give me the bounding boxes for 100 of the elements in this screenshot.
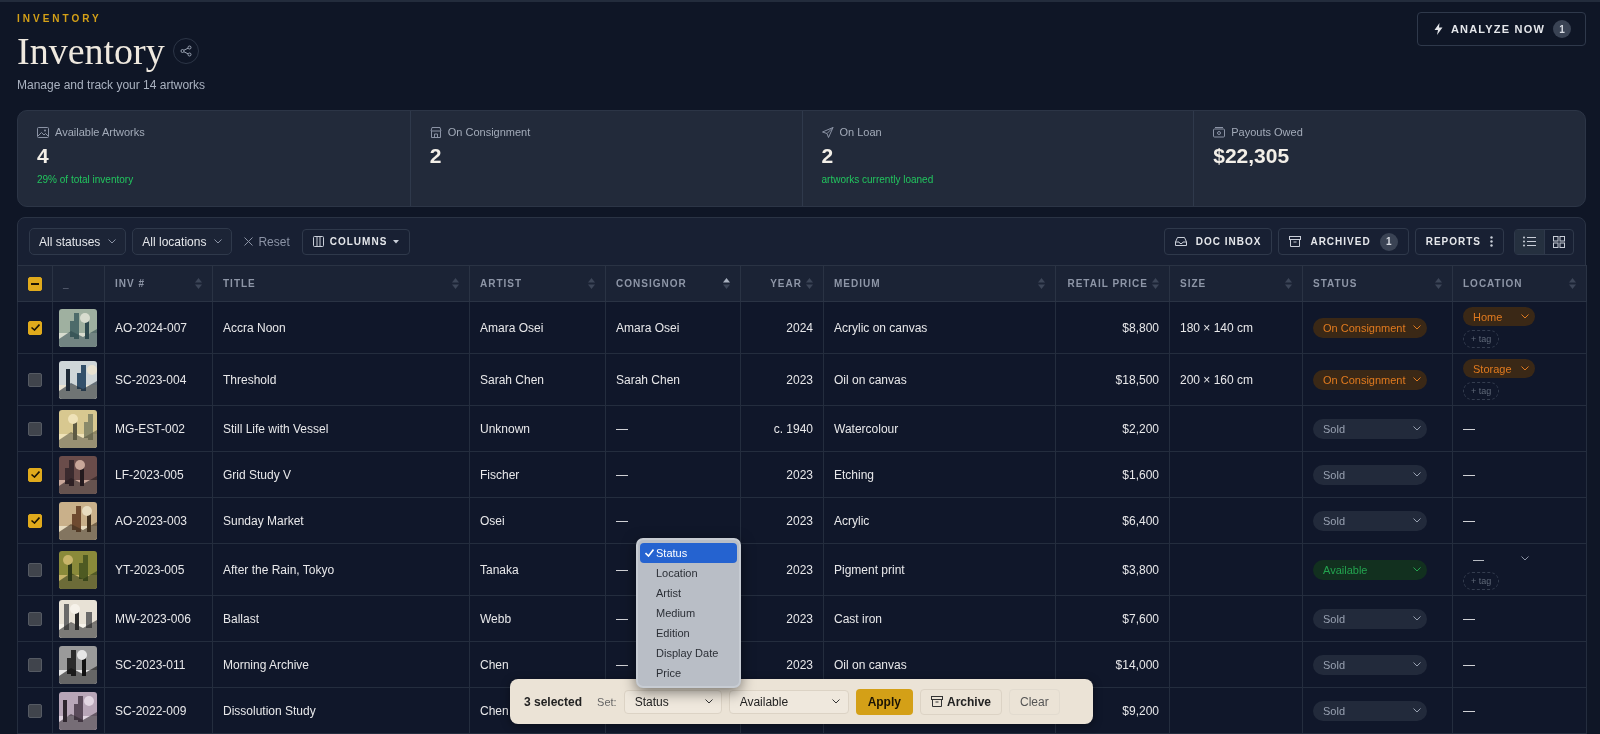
table-cell: — <box>616 467 628 482</box>
apply-button[interactable]: Apply <box>855 688 913 715</box>
menu-item[interactable]: Artist <box>640 583 737 603</box>
page-title: Inventory <box>17 30 165 72</box>
analyze-button[interactable]: ANALYZE NOW 1 <box>1416 12 1586 46</box>
paper-plane-icon <box>821 126 834 138</box>
table-cell: $6,400 <box>1122 513 1159 528</box>
location-select[interactable]: Home <box>1463 307 1535 326</box>
row-checkbox[interactable] <box>28 611 42 626</box>
value-dropdown[interactable]: Available <box>728 689 849 714</box>
section-label: INVENTORY <box>17 13 103 24</box>
select-all-checkbox[interactable] <box>28 276 42 291</box>
status-select[interactable]: Sold <box>1313 510 1427 531</box>
column-header[interactable]: ARTIST <box>480 278 523 289</box>
status-select[interactable]: Sold <box>1313 464 1427 485</box>
row-checkbox[interactable] <box>28 421 42 436</box>
row-checkbox[interactable] <box>28 703 42 718</box>
table-cell: — <box>1463 657 1475 672</box>
table-cell: 2023 <box>786 467 813 482</box>
sort-icon[interactable] <box>723 278 730 289</box>
table-cell: Acrylic <box>834 513 870 528</box>
menu-item[interactable]: Display Date <box>640 643 737 663</box>
grid-icon <box>1553 235 1565 248</box>
filter-dropdown[interactable]: All locations <box>132 228 233 255</box>
row-checkbox[interactable] <box>28 657 42 672</box>
clear-button[interactable]: Clear <box>1009 688 1060 715</box>
count-badge: 1 <box>1553 20 1571 38</box>
doc-inbox-button[interactable]: DOC INBOX <box>1163 228 1273 255</box>
row-checkbox[interactable] <box>28 372 42 387</box>
chevron-down-icon <box>704 699 713 704</box>
chevron-down-icon <box>831 699 840 704</box>
status-select[interactable]: On Consignment <box>1313 369 1427 390</box>
archived-button[interactable]: ARCHIVED 1 <box>1278 228 1409 255</box>
minus-icon <box>31 282 39 285</box>
column-header[interactable]: SIZE <box>1180 278 1207 289</box>
table-cell: 2023 <box>786 657 813 672</box>
table-cell: Oil on canvas <box>834 372 907 387</box>
table-cell: Osei <box>480 513 505 528</box>
field-dropdown[interactable]: Status <box>623 689 722 714</box>
chevron-down-icon <box>1413 662 1421 667</box>
chevron-down-icon <box>1413 472 1421 477</box>
status-select[interactable]: Sold <box>1313 418 1427 439</box>
table-cell: YT-2023-005 <box>115 562 185 577</box>
column-header[interactable]: _ <box>63 278 70 289</box>
menu-item[interactable]: Edition <box>640 623 737 643</box>
location-select[interactable]: — <box>1463 549 1535 568</box>
status-select[interactable]: Sold <box>1313 608 1427 629</box>
stat-value: $22,305 <box>1213 144 1291 168</box>
table-cell: — <box>616 421 628 436</box>
table-cell: Threshold <box>223 372 277 387</box>
stat-value: 2 <box>429 144 443 168</box>
column-header[interactable]: MEDIUM <box>834 278 881 289</box>
filter-dropdown[interactable]: All statuses <box>29 228 127 255</box>
menu-item[interactable]: Medium <box>640 603 737 623</box>
check-icon <box>644 549 654 557</box>
column-header[interactable]: LOCATION <box>1463 278 1523 289</box>
row-checkbox[interactable] <box>28 320 42 335</box>
inbox-icon <box>1174 237 1187 246</box>
column-header[interactable]: TITLE <box>223 278 256 289</box>
table-cell: Sunday Market <box>223 513 304 528</box>
table-cell: — <box>616 513 628 528</box>
list-view-button[interactable] <box>1515 229 1544 254</box>
table-cell: MW-2023-006 <box>115 611 191 626</box>
status-select[interactable]: Sold <box>1313 700 1427 721</box>
reset-button[interactable]: Reset <box>238 234 296 249</box>
chevron-down-icon <box>1413 616 1421 621</box>
status-select[interactable]: On Consignment <box>1313 317 1427 338</box>
archive-button[interactable]: Archive <box>919 688 1002 715</box>
table-cell: Amara Osei <box>480 320 544 335</box>
row-checkbox[interactable] <box>28 467 42 482</box>
chevron-down-icon <box>1521 366 1529 371</box>
row-checkbox[interactable] <box>28 513 42 528</box>
status-select[interactable]: Available <box>1313 559 1427 580</box>
table-cell: AO-2023-003 <box>115 513 188 528</box>
columns-button[interactable]: COLUMNS <box>301 228 411 255</box>
menu-item[interactable]: Status <box>640 543 737 563</box>
menu-item[interactable]: Price <box>640 663 737 683</box>
table-cell: Fischer <box>480 467 520 482</box>
store-icon <box>429 126 442 138</box>
archive-icon <box>1289 236 1302 247</box>
column-header[interactable]: CONSIGNOR <box>616 278 687 289</box>
chevron-down-icon <box>108 239 117 244</box>
location-select[interactable]: Storage <box>1463 359 1535 378</box>
chevron-down-icon <box>1413 377 1421 382</box>
reports-button[interactable]: REPORTS <box>1414 228 1504 255</box>
column-header[interactable]: YEAR <box>770 278 802 289</box>
column-header[interactable]: STATUS <box>1313 278 1358 289</box>
column-header[interactable]: INV # <box>115 278 145 289</box>
row-checkbox[interactable] <box>28 562 42 577</box>
table-cell: Oil on canvas <box>834 657 907 672</box>
table-cell: — <box>616 611 628 626</box>
table-cell: Sarah Chen <box>480 372 545 387</box>
table-cell: After the Rain, Tokyo <box>223 562 335 577</box>
list-icon <box>1523 236 1536 247</box>
status-select[interactable]: Sold <box>1313 654 1427 675</box>
table-cell: Dissolution Study <box>223 703 316 718</box>
table-cell: $8,800 <box>1122 320 1159 335</box>
menu-item[interactable]: Location <box>640 563 737 583</box>
table-cell: Pigment print <box>834 562 905 577</box>
table-cell: — <box>1463 611 1475 626</box>
